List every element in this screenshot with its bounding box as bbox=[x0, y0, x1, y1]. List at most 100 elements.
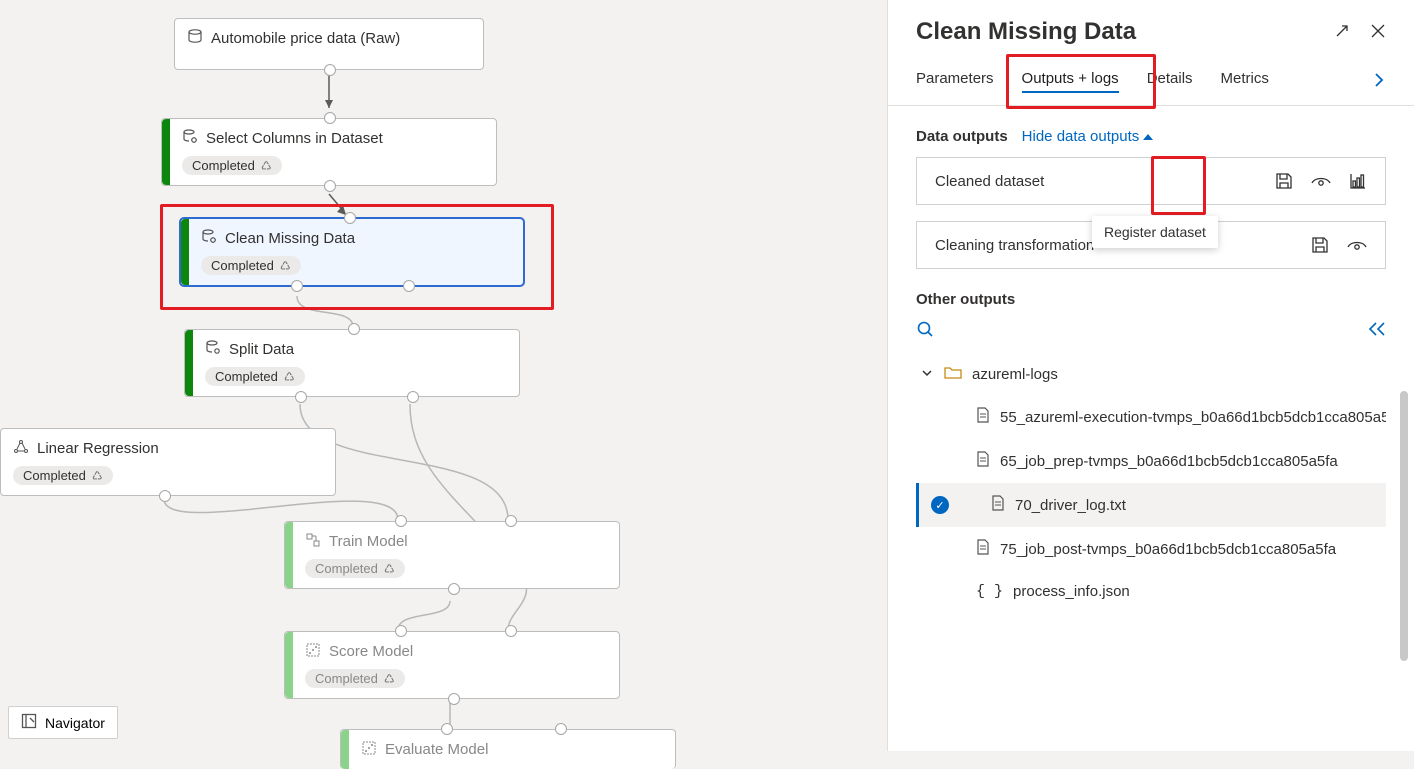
dataset-icon bbox=[205, 340, 221, 359]
node-automobile-price-data[interactable]: Automobile price data (Raw) bbox=[174, 18, 484, 70]
status-label: Completed bbox=[23, 468, 86, 483]
register-dataset-tooltip: Register dataset bbox=[1092, 216, 1218, 248]
output-port-1[interactable] bbox=[291, 280, 303, 292]
output-port[interactable] bbox=[159, 490, 171, 502]
node-title: Train Model bbox=[329, 533, 408, 550]
file-icon bbox=[991, 495, 1005, 515]
node-linear-regression[interactable]: Linear Regression Completed ♺ bbox=[0, 428, 336, 496]
hide-link-label: Hide data outputs bbox=[1022, 128, 1140, 145]
dataset-icon bbox=[201, 229, 217, 248]
chevron-down-icon bbox=[920, 366, 934, 383]
output-label: Cleaning transformation bbox=[935, 237, 1094, 254]
save-icon[interactable] bbox=[1275, 172, 1293, 190]
status-bar bbox=[341, 730, 349, 769]
file-icon bbox=[976, 407, 990, 427]
file-label: 65_job_prep-tvmps_b0a66d1bcb5dcb1cca805a… bbox=[1000, 453, 1338, 470]
preview-icon[interactable] bbox=[1311, 173, 1331, 189]
recycle-icon: ♺ bbox=[261, 159, 272, 173]
folder-icon bbox=[944, 365, 962, 383]
status-bar bbox=[285, 632, 293, 698]
save-icon[interactable] bbox=[1311, 236, 1329, 254]
status-chip: Completed ♺ bbox=[201, 256, 301, 275]
recycle-icon: ♺ bbox=[384, 562, 395, 576]
input-port-2[interactable] bbox=[505, 625, 517, 637]
collapse-all-icon[interactable] bbox=[1368, 322, 1386, 339]
score-icon bbox=[305, 642, 321, 661]
train-icon bbox=[305, 532, 321, 551]
data-outputs-heading: Data outputs bbox=[916, 128, 1008, 145]
node-train-model[interactable]: Train Model Completed ♺ bbox=[284, 521, 620, 589]
input-port-1[interactable] bbox=[441, 723, 453, 735]
node-score-model[interactable]: Score Model Completed ♺ bbox=[284, 631, 620, 699]
chart-icon[interactable] bbox=[1349, 172, 1367, 190]
tree-file[interactable]: 55_azureml-execution-tvmps_b0a66d1bcb5dc… bbox=[916, 395, 1386, 439]
status-label: Completed bbox=[315, 561, 378, 576]
status-label: Completed bbox=[192, 158, 255, 173]
status-bar bbox=[181, 219, 189, 285]
output-port[interactable] bbox=[324, 180, 336, 192]
status-chip: Completed ♺ bbox=[305, 559, 405, 578]
output-port[interactable] bbox=[448, 693, 460, 705]
tree-folder-azureml-logs[interactable]: azureml-logs bbox=[916, 353, 1386, 395]
tab-details[interactable]: Details bbox=[1147, 70, 1193, 93]
input-port[interactable] bbox=[344, 212, 356, 224]
output-cleaned-dataset: Cleaned dataset bbox=[916, 157, 1386, 205]
hide-data-outputs-link[interactable]: Hide data outputs bbox=[1022, 128, 1154, 145]
node-select-columns[interactable]: Select Columns in Dataset Completed ♺ bbox=[161, 118, 497, 186]
tree-file-selected[interactable]: ✓ 70_driver_log.txt bbox=[916, 483, 1386, 527]
close-icon[interactable] bbox=[1370, 23, 1386, 42]
tab-outputs-logs[interactable]: Outputs + logs bbox=[1022, 70, 1119, 93]
highlight-save-icon bbox=[1151, 156, 1206, 215]
other-outputs-heading: Other outputs bbox=[916, 291, 1386, 308]
node-title: Split Data bbox=[229, 341, 294, 358]
recycle-icon: ♺ bbox=[92, 469, 103, 483]
file-label: process_info.json bbox=[1013, 583, 1130, 600]
status-bar bbox=[162, 119, 170, 185]
status-label: Completed bbox=[315, 671, 378, 686]
output-port-2[interactable] bbox=[403, 280, 415, 292]
preview-icon[interactable] bbox=[1347, 237, 1367, 253]
recycle-icon: ♺ bbox=[280, 259, 291, 273]
input-port-2[interactable] bbox=[555, 723, 567, 735]
expand-icon[interactable] bbox=[1334, 23, 1350, 42]
node-title: Clean Missing Data bbox=[225, 230, 355, 247]
tree-file[interactable]: 65_job_prep-tvmps_b0a66d1bcb5dcb1cca805a… bbox=[916, 439, 1386, 483]
tree-file[interactable]: { } process_info.json bbox=[916, 571, 1386, 612]
tooltip-label: Register dataset bbox=[1104, 224, 1206, 240]
tabs-next-icon[interactable] bbox=[1372, 73, 1386, 90]
tree-file[interactable]: 75_job_post-tvmps_b0a66d1bcb5dcb1cca805a… bbox=[916, 527, 1386, 571]
input-port[interactable] bbox=[324, 112, 336, 124]
search-icon[interactable] bbox=[916, 320, 934, 341]
input-port-1[interactable] bbox=[395, 625, 407, 637]
status-chip: Completed ♺ bbox=[305, 669, 405, 688]
output-port[interactable] bbox=[324, 64, 336, 76]
panel-header: Clean Missing Data bbox=[888, 0, 1414, 58]
pipeline-canvas[interactable]: Automobile price data (Raw) Select Colum… bbox=[0, 0, 887, 751]
scrollbar-thumb[interactable] bbox=[1400, 391, 1408, 661]
recycle-icon: ♺ bbox=[384, 672, 395, 686]
file-label: 70_driver_log.txt bbox=[1015, 497, 1126, 514]
database-icon bbox=[187, 29, 203, 48]
side-panel: Clean Missing Data Parameters Outputs + … bbox=[887, 0, 1414, 751]
node-split-data[interactable]: Split Data Completed ♺ bbox=[184, 329, 520, 397]
tab-parameters[interactable]: Parameters bbox=[916, 70, 994, 93]
recycle-icon: ♺ bbox=[284, 370, 295, 384]
input-port-1[interactable] bbox=[395, 515, 407, 527]
output-port-2[interactable] bbox=[407, 391, 419, 403]
status-bar bbox=[185, 330, 193, 396]
node-evaluate-model[interactable]: Evaluate Model bbox=[340, 729, 676, 769]
output-port[interactable] bbox=[448, 583, 460, 595]
panel-tabs: Parameters Outputs + logs Details Metric… bbox=[888, 58, 1414, 106]
node-clean-missing-data[interactable]: Clean Missing Data Completed ♺ bbox=[180, 218, 524, 286]
output-port-1[interactable] bbox=[295, 391, 307, 403]
tab-metrics[interactable]: Metrics bbox=[1221, 70, 1269, 93]
panel-title: Clean Missing Data bbox=[916, 18, 1136, 46]
node-title: Score Model bbox=[329, 643, 413, 660]
navigator-button[interactable]: Navigator bbox=[8, 706, 118, 739]
file-label: 75_job_post-tvmps_b0a66d1bcb5dcb1cca805a… bbox=[1000, 541, 1336, 558]
input-port-2[interactable] bbox=[505, 515, 517, 527]
score-icon bbox=[361, 740, 377, 759]
input-port[interactable] bbox=[348, 323, 360, 335]
status-chip: Completed ♺ bbox=[205, 367, 305, 386]
file-label: 55_azureml-execution-tvmps_b0a66d1bcb5dc… bbox=[1000, 409, 1386, 426]
